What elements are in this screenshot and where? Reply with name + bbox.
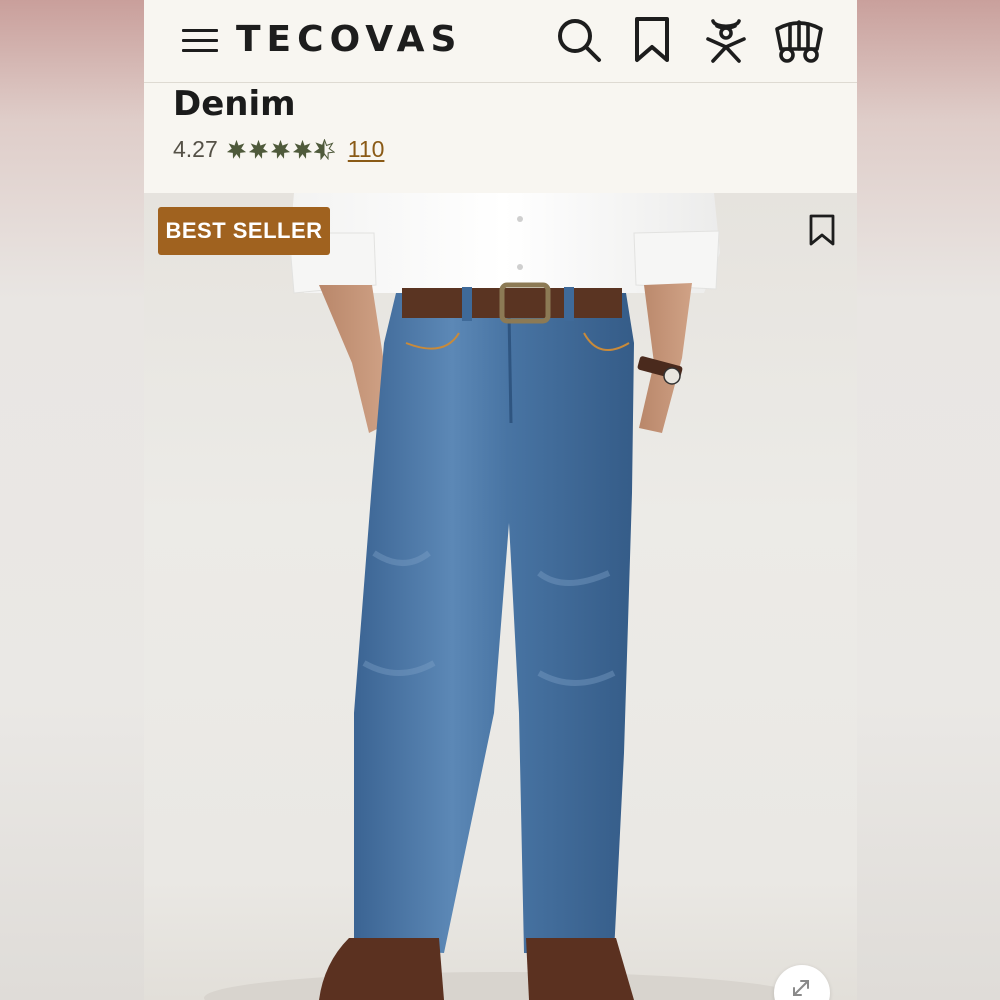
best-seller-badge: BEST SELLER (158, 207, 330, 255)
star-icon (248, 139, 268, 159)
search-icon[interactable] (554, 15, 604, 65)
site-header: TECOVAS (144, 0, 857, 83)
product-image-gallery[interactable]: BEST SELLER (144, 193, 857, 1000)
product-title: Denim (173, 84, 296, 124)
account-icon[interactable] (701, 15, 751, 65)
product-photo (204, 193, 804, 1000)
background-right-margin (857, 0, 1000, 1000)
menu-icon[interactable] (182, 26, 218, 54)
star-icon (226, 139, 246, 159)
bookmark-icon[interactable] (627, 15, 677, 65)
partial-star-icon (313, 138, 335, 160)
review-count-link[interactable]: 110 (348, 136, 385, 163)
star-rating (226, 138, 336, 160)
bookmark-icon[interactable] (807, 213, 837, 247)
rating-value: 4.27 (173, 135, 218, 162)
mobile-page: TECOVAS Denim 4.27 110 BEST SELLER (144, 0, 857, 1000)
star-icon (270, 139, 290, 159)
background-left-margin (0, 0, 144, 1000)
star-icon (292, 139, 312, 159)
product-summary: Denim 4.27 110 (144, 84, 857, 192)
cart-wagon-icon[interactable] (772, 15, 826, 65)
brand-logo[interactable]: TECOVAS (236, 18, 462, 62)
expand-icon (793, 980, 809, 996)
rating-row: 4.27 110 (173, 134, 384, 164)
